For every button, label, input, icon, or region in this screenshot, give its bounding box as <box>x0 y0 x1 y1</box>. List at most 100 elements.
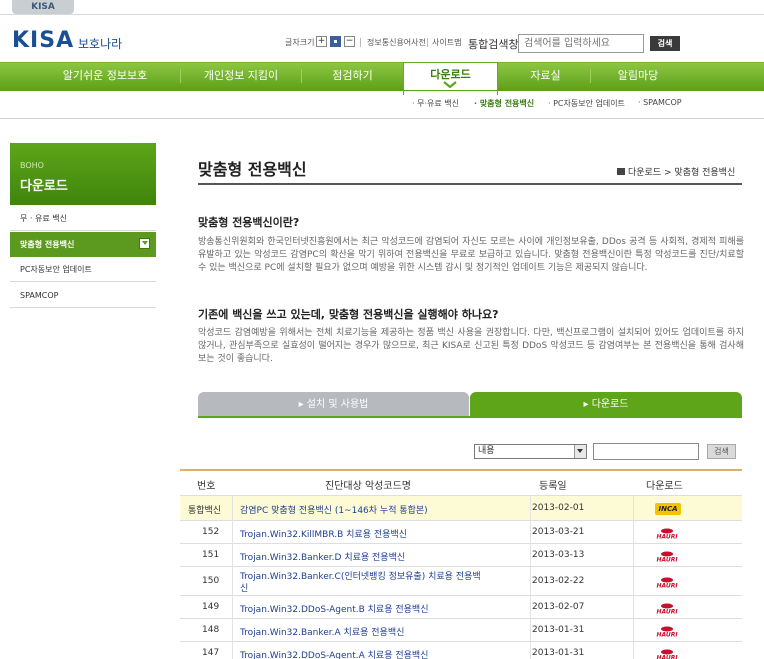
left-nav-item-vaccine[interactable]: 무 · 유료 백신 <box>10 206 156 231</box>
cell-divider <box>232 619 233 642</box>
table-search-button[interactable]: 검색 <box>707 444 736 459</box>
malware-name-link[interactable]: Trojan.Win32.Banker.C(인터넷뱅킹 정보유출) 치료용 전용… <box>240 569 481 582</box>
left-nav-item-spamcop[interactable]: SPAMCOP <box>10 283 156 308</box>
gnb-item-info-protection[interactable]: 알기쉬운 정보보호 <box>50 63 160 91</box>
table-row: 통합백신 감염PC 맞춤형 전용백신 (1~146차 누적 통합본) 2013-02… <box>180 496 742 521</box>
col-header-malware-name: 진단대상 악성코드명 <box>325 481 411 492</box>
hauri-download-icon[interactable]: HAURI <box>653 649 681 659</box>
gnb-divider <box>180 69 181 83</box>
gnb-divider <box>590 69 591 83</box>
table-row: 150 Trojan.Win32.Banker.C(인터넷뱅킹 정보유출) 치료용… <box>180 567 742 596</box>
subnav-custom-vaccine[interactable]: · 맞춤형 전용백신 <box>474 98 534 109</box>
top-divider <box>0 14 764 15</box>
malware-name-link[interactable]: 감염PC 맞춤형 전용백신 (1~146차 누적 통합본) <box>240 503 428 516</box>
row-number: 149 <box>202 601 220 612</box>
malware-name-link-cont[interactable]: 신 <box>240 581 248 594</box>
row-date: 2013-02-22 <box>532 575 585 586</box>
keyword-input[interactable] <box>593 443 699 460</box>
breadcrumb-parent[interactable]: 다운로드 <box>628 168 661 178</box>
breadcrumb-current: 맞춤형 전용백신 <box>674 168 736 178</box>
dictionary-link[interactable]: 정보통신용어사전 <box>367 37 426 48</box>
cell-divider <box>530 619 531 642</box>
kisa-logo[interactable]: KISA <box>12 28 74 53</box>
search-input[interactable] <box>518 34 644 53</box>
cell-divider <box>232 642 233 659</box>
font-increase-button[interactable]: + <box>316 36 327 47</box>
subnav-free-paid-vaccine[interactable]: · 무·유료 백신 <box>412 98 459 109</box>
hauri-logo-text: HAURI <box>656 654 678 659</box>
chevron-down-icon <box>574 445 586 458</box>
left-nav-item-custom-vaccine[interactable]: 맞춤형 전용백신 <box>10 232 156 257</box>
left-nav-item-label: 맞춤형 전용백신 <box>20 240 75 249</box>
cell-divider <box>530 642 531 659</box>
gnb-item-download-label: 다운로드 <box>430 68 471 81</box>
malware-name-link[interactable]: Trojan.Win32.Banker.A 치료용 전용백신 <box>240 625 404 638</box>
gnb-item-privacy[interactable]: 개인정보 지킴이 <box>186 63 296 91</box>
tab-download[interactable]: ▸ 다운로드 <box>470 392 742 418</box>
font-decrease-button[interactable]: − <box>344 36 355 47</box>
search-field-select[interactable]: 내용 <box>474 444 587 459</box>
cell-divider <box>633 619 634 642</box>
cell-divider <box>633 596 634 619</box>
hauri-download-icon[interactable]: HAURI <box>653 551 681 562</box>
kisa-top-tab[interactable]: KISA <box>12 0 74 14</box>
table-row: 149 Trojan.Win32.DDoS-Agent.B 치료용 전용백신 201… <box>180 596 742 619</box>
hauri-logo-text: HAURI <box>656 556 678 562</box>
col-header-download: 다운로드 <box>646 481 683 492</box>
row-date: 2013-02-01 <box>532 502 585 513</box>
table-row: 148 Trojan.Win32.Banker.A 치료용 전용백신 2013-01… <box>180 619 742 642</box>
font-reset-button[interactable] <box>330 36 341 47</box>
inca-download-icon[interactable]: INCA <box>655 502 681 515</box>
row-date: 2013-01-31 <box>532 624 585 635</box>
hauri-download-icon[interactable]: HAURI <box>653 528 681 539</box>
malware-name-link[interactable]: Trojan.Win32.DDoS-Agent.A 치료용 전용백신 <box>240 648 428 659</box>
col-header-number: 번호 <box>197 481 216 492</box>
row-number: 148 <box>202 624 220 635</box>
left-nav-item-pc-update[interactable]: PC자동보안 업데이트 <box>10 257 156 282</box>
cell-divider <box>530 521 531 544</box>
malware-name-link[interactable]: Trojan.Win32.Banker.D 치료용 전용백신 <box>240 550 405 563</box>
table-row: 147 Trojan.Win32.DDoS-Agent.A 치료용 전용백신 201… <box>180 642 742 659</box>
sitemap-link[interactable]: 사이트맵 <box>432 37 461 48</box>
gnb-item-notice[interactable]: 알림마당 <box>592 63 684 91</box>
subnav-pc-update[interactable]: · PC자동보안 업데이트 <box>548 98 625 109</box>
home-icon[interactable] <box>617 168 625 175</box>
boho-logo-text[interactable]: 보호나라 <box>78 35 122 52</box>
cell-divider <box>530 596 531 619</box>
breadcrumb-sep: > <box>664 168 672 178</box>
cell-divider <box>633 544 634 567</box>
header-bottom-rule <box>0 118 764 119</box>
hauri-download-icon[interactable]: HAURI <box>653 626 681 637</box>
hauri-logo-text: HAURI <box>656 582 678 588</box>
chevron-down-icon <box>139 238 150 249</box>
subnav-line <box>0 90 764 91</box>
search-label: 통합검색창 <box>468 38 519 51</box>
font-size-label: 글자크기 <box>285 38 315 47</box>
malware-name-link[interactable]: Trojan.Win32.KillMBR.B 치료용 전용백신 <box>240 527 407 540</box>
hauri-download-icon[interactable]: HAURI <box>653 603 681 614</box>
malware-name-link[interactable]: Trojan.Win32.DDoS-Agent.B 치료용 전용백신 <box>240 602 428 615</box>
title-rule <box>198 183 742 185</box>
left-nav-header-en: BOHO <box>20 161 44 170</box>
cell-divider <box>633 567 634 596</box>
gnb-item-check[interactable]: 점검하기 <box>305 63 400 91</box>
cell-divider <box>530 496 531 521</box>
cell-divider <box>633 521 634 544</box>
cell-divider <box>530 544 531 567</box>
section-body-what-is: 방송통신위원회와 한국인터넷진흥원에서는 최근 악성코드에 감염되어 자신도 모… <box>198 237 744 273</box>
row-number: 147 <box>202 647 220 658</box>
tab-install-guide[interactable]: ▸ 설치 및 사용법 <box>198 392 469 418</box>
row-number: 151 <box>202 549 220 560</box>
gnb-item-archive[interactable]: 자료실 <box>498 63 593 91</box>
util-divider <box>427 38 428 47</box>
cell-divider <box>633 496 634 521</box>
tab-underline <box>198 416 742 418</box>
cell-divider <box>232 521 233 544</box>
hauri-logo-text: HAURI <box>656 533 678 539</box>
search-button[interactable]: 검색 <box>650 36 680 51</box>
cell-divider <box>633 642 634 659</box>
left-nav-title: 다운로드 <box>20 179 68 194</box>
hauri-download-icon[interactable]: HAURI <box>653 577 681 588</box>
col-header-date: 등록일 <box>539 481 567 492</box>
subnav-spamcop[interactable]: · SPAMCOP <box>638 98 682 107</box>
